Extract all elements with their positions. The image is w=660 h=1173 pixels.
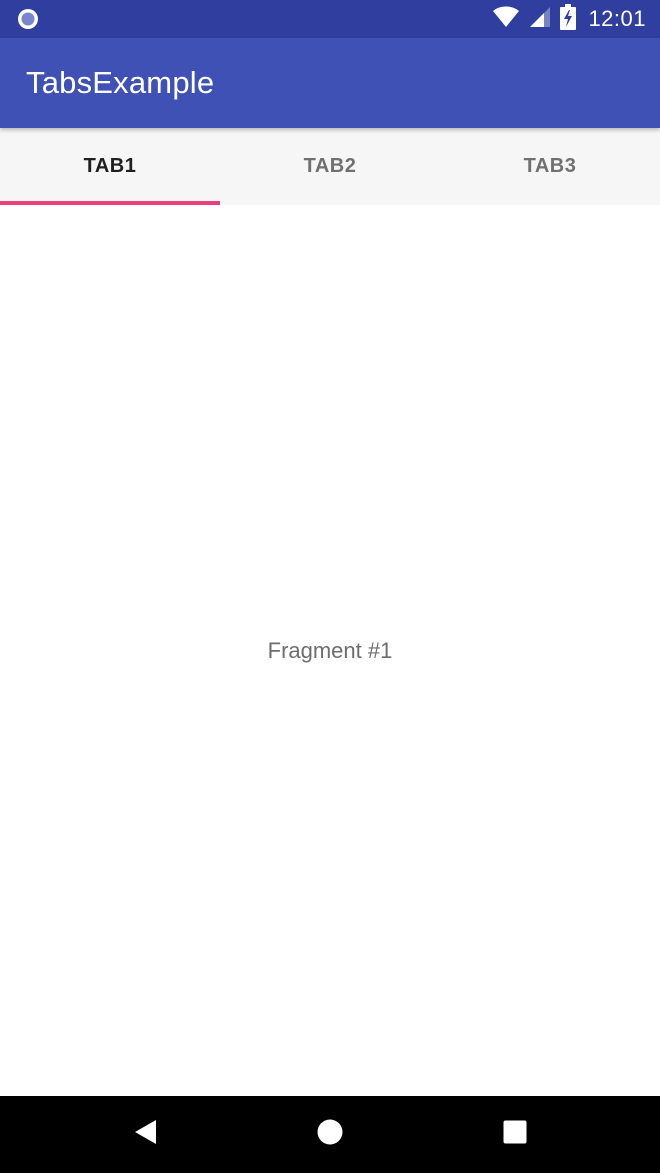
app-screen: 12:01 TabsExample TAB1 TAB2 TAB3 Fragmen… [0, 0, 660, 1173]
app-bar: TabsExample [0, 38, 660, 128]
tab-indicator [0, 201, 220, 205]
tab-2[interactable]: TAB2 [220, 128, 440, 205]
signal-icon [528, 5, 552, 34]
fragment-text: Fragment #1 [267, 638, 393, 663]
tab-label: TAB2 [303, 155, 357, 177]
status-bar: 12:01 [0, 0, 660, 38]
recents-icon [502, 1119, 528, 1150]
wifi-icon [492, 5, 520, 34]
tab-label: TAB1 [83, 155, 137, 177]
navigation-bar [0, 1096, 660, 1173]
back-button[interactable] [125, 1114, 165, 1154]
tab-3[interactable]: TAB3 [440, 128, 660, 205]
status-icons: 12:01 [492, 0, 646, 38]
notification-circle-icon [16, 7, 40, 31]
app-title: TabsExample [26, 65, 215, 100]
home-button[interactable] [310, 1114, 350, 1154]
battery-charging-icon [560, 3, 577, 35]
status-time: 12:01 [588, 6, 646, 31]
recents-button[interactable] [495, 1114, 535, 1154]
back-icon [132, 1118, 158, 1151]
tab-label: TAB3 [523, 155, 577, 177]
tab-bar: TAB1 TAB2 TAB3 [0, 128, 660, 205]
fragment-container: Fragment #1 [0, 205, 660, 1096]
home-icon [316, 1118, 344, 1151]
tab-1[interactable]: TAB1 [0, 128, 220, 205]
